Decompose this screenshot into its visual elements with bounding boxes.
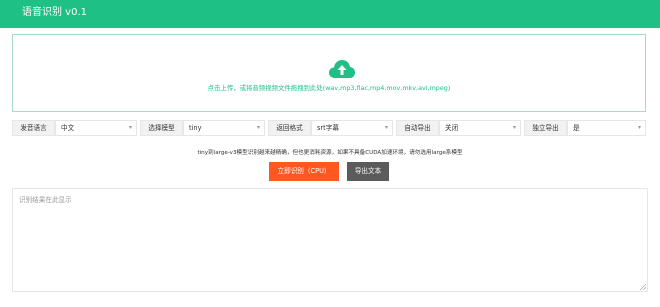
model-label: 选择模型 xyxy=(140,120,183,136)
auto-export-select[interactable]: 关闭 ▾ xyxy=(439,120,521,136)
auto-export-label: 自动导出 xyxy=(396,120,439,136)
separate-export-label: 独立导出 xyxy=(524,120,567,136)
settings-row: 发音语言 中文 ▾ 选择模型 tiny ▾ 返回格式 srt字幕 ▾ 自动导出 … xyxy=(12,120,652,136)
app-header: 语音识别 v0.1 xyxy=(0,0,660,28)
start-recognition-button[interactable]: 立即识别（CPU） xyxy=(269,162,339,181)
upload-hint: 点击上传，或将音频视频文件拖拽到此处(wav,mp3,flac,mp4,mov,… xyxy=(207,84,451,92)
app-title: 语音识别 v0.1 xyxy=(22,7,87,18)
auto-export-value: 关闭 xyxy=(445,124,459,132)
cloud-upload-icon xyxy=(329,60,355,78)
chevron-down-icon: ▾ xyxy=(128,124,132,131)
chevron-down-icon: ▾ xyxy=(256,124,260,131)
resize-handle-icon[interactable] xyxy=(640,284,646,290)
model-select[interactable]: tiny ▾ xyxy=(183,120,265,136)
result-textarea[interactable] xyxy=(12,188,648,292)
model-value: tiny xyxy=(189,124,202,132)
language-label: 发音语言 xyxy=(12,120,55,136)
chevron-down-icon: ▾ xyxy=(512,124,516,131)
language-select[interactable]: 中文 ▾ xyxy=(55,120,137,136)
format-select[interactable]: srt字幕 ▾ xyxy=(311,120,393,136)
model-note: tiny到large-v3模型识别越来越精确，但也更消耗资源，如果不具备CUDA… xyxy=(197,150,463,156)
language-value: 中文 xyxy=(61,124,75,132)
export-text-button[interactable]: 导出文本 xyxy=(347,162,389,181)
format-label: 返回格式 xyxy=(268,120,311,136)
separate-export-select[interactable]: 是 ▾ xyxy=(567,120,646,136)
chevron-down-icon: ▾ xyxy=(637,124,641,131)
upload-dropzone[interactable]: 点击上传，或将音频视频文件拖拽到此处(wav,mp3,flac,mp4,mov,… xyxy=(12,34,646,112)
format-value: srt字幕 xyxy=(317,124,339,132)
chevron-down-icon: ▾ xyxy=(384,124,388,131)
separate-export-value: 是 xyxy=(573,124,580,132)
